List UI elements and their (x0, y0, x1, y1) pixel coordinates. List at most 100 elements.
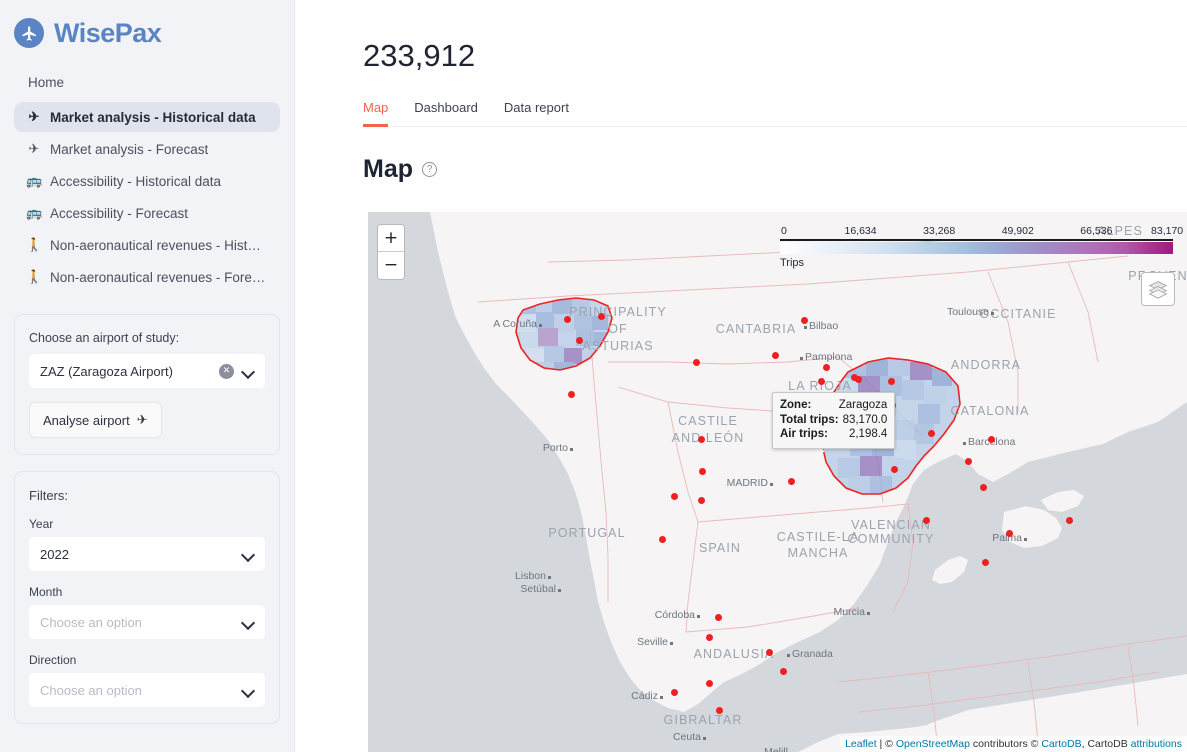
zoom-in-button[interactable]: + (378, 225, 404, 252)
airport-marker[interactable] (980, 484, 987, 491)
tab-map[interactable]: Map (363, 100, 388, 127)
map-legend: 0 16,634 33,268 49,902 66,536 83,170 Tri… (780, 225, 1173, 269)
airport-marker[interactable] (888, 378, 895, 385)
airport-marker[interactable] (564, 316, 571, 323)
airport-select-label: Choose an airport of study: (29, 331, 265, 345)
map-city-tick (558, 589, 561, 592)
brand[interactable]: WisePax (0, 0, 294, 52)
airport-marker[interactable] (693, 359, 700, 366)
month-select[interactable]: Choose an option (29, 605, 265, 639)
chevron-down-icon (242, 365, 254, 377)
airport-marker[interactable] (891, 466, 898, 473)
clear-icon[interactable]: ✕ (219, 364, 234, 379)
airport-marker[interactable] (659, 536, 666, 543)
sidebar-item-home[interactable]: Home (14, 68, 280, 97)
analyse-airport-button[interactable]: Analyse airport ✈ (29, 402, 162, 438)
airport-marker[interactable] (772, 352, 779, 359)
legend-tick-2: 33,268 (923, 225, 955, 237)
filters-panel: Filters: Year 2022 Month Choose an optio… (14, 471, 280, 724)
airport-marker[interactable] (788, 478, 795, 485)
sidebar-item-label: Non-aeronautical revenues - Histo… (50, 238, 268, 253)
sidebar-item-accessibility-forecast[interactable]: 🚌 Accessibility - Forecast (14, 198, 280, 228)
airplane-icon: ✈ (26, 109, 42, 125)
airport-marker[interactable] (928, 430, 935, 437)
airport-marker[interactable] (598, 313, 605, 320)
airport-marker[interactable] (855, 376, 862, 383)
tooltip-row: Zone: Zaragoza (780, 398, 887, 413)
airport-marker[interactable] (982, 559, 989, 566)
airport-marker[interactable] (923, 517, 930, 524)
airport-marker[interactable] (988, 436, 995, 443)
tooltip-value: Zaragoza (835, 398, 888, 413)
legend-tick-5: 83,170 (1151, 225, 1183, 237)
sidebar-item-market-analysis-historical[interactable]: ✈ Market analysis - Historical data (14, 102, 280, 132)
direction-select[interactable]: Choose an option (29, 673, 265, 707)
cartodb-attributions-link[interactable]: attributions (1131, 738, 1182, 750)
airport-marker[interactable] (706, 680, 713, 687)
airport-select[interactable]: ZAZ (Zaragoza Airport) ✕ (29, 354, 265, 388)
legend-axis-line (780, 239, 1173, 241)
airport-marker[interactable] (716, 707, 723, 714)
airport-marker[interactable] (780, 668, 787, 675)
airport-marker[interactable] (671, 689, 678, 696)
map-city-tick (697, 615, 700, 618)
map-zoom-control[interactable]: + − (377, 224, 405, 280)
tab-data-report[interactable]: Data report (504, 100, 569, 127)
sidebar-item-nonaero-forecast[interactable]: 🚶 Non-aeronautical revenues - Fore… (14, 262, 280, 292)
sidebar-item-label: Non-aeronautical revenues - Fore… (50, 270, 265, 285)
tooltip-row: Air trips: 2,198.4 (780, 427, 887, 442)
sidebar-item-market-analysis-forecast[interactable]: ✈ Market analysis - Forecast (14, 134, 280, 164)
airport-selection-panel: Choose an airport of study: ZAZ (Zaragoz… (14, 314, 280, 455)
tooltip-value: 83,170.0 (839, 413, 888, 428)
sidebar-item-accessibility-historical[interactable]: 🚌 Accessibility - Historical data (14, 166, 280, 196)
legend-tick-1: 16,634 (845, 225, 877, 237)
airport-marker[interactable] (576, 337, 583, 344)
leaflet-link[interactable]: Leaflet (845, 738, 877, 750)
airport-marker[interactable] (801, 317, 808, 324)
legend-tick-4: 66,536 (1080, 225, 1112, 237)
page-title: Map ? (363, 155, 1187, 184)
sidebar-item-label: Market analysis - Forecast (50, 142, 208, 157)
legend-tick-3: 49,902 (1002, 225, 1034, 237)
zoom-out-button[interactable]: − (378, 252, 404, 279)
direction-select-value: Choose an option (40, 683, 242, 698)
leaflet-map[interactable]: + − 0 16,634 33,268 49,902 66,536 83,170 (368, 212, 1187, 752)
airport-marker[interactable] (568, 391, 575, 398)
airport-marker[interactable] (671, 493, 678, 500)
direction-filter-label: Direction (29, 653, 265, 667)
map-city-tick (660, 696, 663, 699)
year-select[interactable]: 2022 (29, 537, 265, 571)
airport-marker[interactable] (766, 649, 773, 656)
help-icon[interactable]: ? (422, 162, 437, 177)
osm-link[interactable]: OpenStreetMap (896, 738, 970, 750)
map-city-tick (770, 483, 773, 486)
airport-marker[interactable] (706, 634, 713, 641)
tooltip-key: Air trips: (780, 427, 828, 442)
attrib-mid: contributors © (970, 738, 1041, 750)
airport-marker[interactable] (698, 497, 705, 504)
year-filter-label: Year (29, 517, 265, 531)
airport-marker[interactable] (699, 468, 706, 475)
map-city-tick (867, 612, 870, 615)
sidebar-nav: Home ✈ Market analysis - Historical data… (0, 68, 294, 292)
sidebar: WisePax Home ✈ Market analysis - Histori… (0, 0, 295, 752)
airport-marker[interactable] (715, 614, 722, 621)
airport-marker[interactable] (1066, 517, 1073, 524)
map-city-tick (1024, 538, 1027, 541)
airport-marker[interactable] (965, 458, 972, 465)
cartodb-link[interactable]: CartoDB (1041, 738, 1081, 750)
month-select-value: Choose an option (40, 615, 242, 630)
map-city-tick (804, 326, 807, 329)
legend-color-scale (780, 242, 1173, 254)
map-layers-control[interactable] (1141, 272, 1175, 306)
airport-marker[interactable] (698, 436, 705, 443)
sidebar-item-label: Accessibility - Historical data (50, 174, 221, 189)
tooltip-value: 2,198.4 (845, 427, 887, 442)
sidebar-item-nonaero-historical[interactable]: 🚶 Non-aeronautical revenues - Histo… (14, 230, 280, 260)
month-filter-label: Month (29, 585, 265, 599)
airport-marker[interactable] (818, 378, 825, 385)
tab-dashboard[interactable]: Dashboard (414, 100, 478, 127)
airport-marker[interactable] (823, 364, 830, 371)
map-city-tick (787, 654, 790, 657)
airport-marker[interactable] (1006, 530, 1013, 537)
